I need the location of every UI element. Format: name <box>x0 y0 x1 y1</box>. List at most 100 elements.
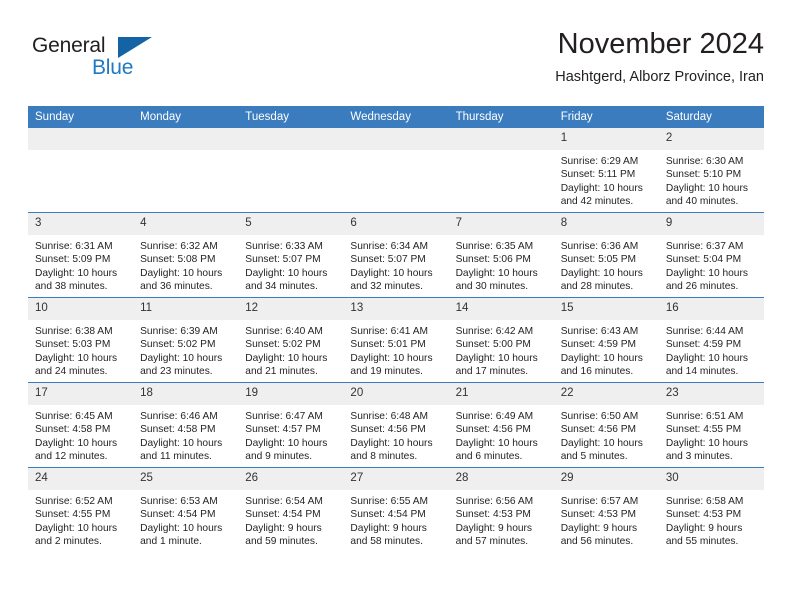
day-number: 6 <box>343 213 449 235</box>
sunrise-text: Sunrise: 6:58 AM <box>665 496 744 507</box>
sunset-text: Sunset: 4:56 PM <box>455 424 531 436</box>
calendar-day-cell[interactable]: 4 Sunrise: 6:32 AM Sunset: 5:08 PM Daylight… <box>133 212 239 298</box>
day-number: 13 <box>343 298 449 320</box>
sunset-text: Sunset: 4:58 PM <box>140 424 216 436</box>
sunrise-text: Sunrise: 6:48 AM <box>350 411 429 422</box>
day-number: 26 <box>238 468 344 490</box>
sunrise-text: Sunrise: 6:41 AM <box>350 326 429 337</box>
calendar-day-cell[interactable]: 26 Sunrise: 6:54 AM Sunset: 4:54 PM Dayligh… <box>238 467 344 552</box>
calendar-day-cell[interactable]: 15 Sunrise: 6:43 AM Sunset: 4:59 PM Dayligh… <box>553 297 659 383</box>
sunset-text: Sunset: 5:07 PM <box>350 254 426 266</box>
calendar-day-cell[interactable]: 11 Sunrise: 6:39 AM Sunset: 5:02 PM Dayligh… <box>133 297 239 383</box>
calendar-day-cell[interactable]: 5 Sunrise: 6:33 AM Sunset: 5:07 PM Daylight… <box>238 212 344 298</box>
sunrise-text: Sunrise: 6:49 AM <box>455 411 534 422</box>
calendar-day-cell[interactable]: 18 Sunrise: 6:46 AM Sunset: 4:58 PM Dayligh… <box>133 382 239 468</box>
sunset-text: Sunset: 4:54 PM <box>350 509 426 521</box>
calendar-day-cell[interactable]: 22 Sunrise: 6:50 AM Sunset: 4:56 PM Dayligh… <box>553 382 659 468</box>
daylight-text: Daylight: 10 hours and 16 minutes. <box>560 352 643 378</box>
daylight-text: Daylight: 10 hours and 34 minutes. <box>245 267 328 293</box>
calendar-day-cell[interactable]: 14 Sunrise: 6:42 AM Sunset: 5:00 PM Dayligh… <box>448 297 554 383</box>
day-number: 3 <box>28 213 134 235</box>
day-number: 19 <box>238 383 344 405</box>
day-number: 27 <box>343 468 449 490</box>
daylight-text: Daylight: 10 hours and 42 minutes. <box>560 182 643 208</box>
calendar-day-cell[interactable]: 27 Sunrise: 6:55 AM Sunset: 4:54 PM Dayligh… <box>343 467 449 552</box>
day-number: 2 <box>658 128 764 150</box>
calendar-day-cell[interactable]: 16 Sunrise: 6:44 AM Sunset: 4:59 PM Dayligh… <box>658 297 764 383</box>
day-number: 5 <box>238 213 344 235</box>
calendar-day-cell[interactable]: 2 Sunrise: 6:30 AM Sunset: 5:10 PM Daylight… <box>658 128 764 213</box>
sunset-text: Sunset: 4:59 PM <box>560 339 637 351</box>
weekday-header-tuesday: Tuesday <box>238 106 344 128</box>
calendar-day-cell[interactable]: 30 Sunrise: 6:58 AM Sunset: 4:53 PM Dayligh… <box>658 467 764 552</box>
calendar-body: 1 Sunrise: 6:29 AM Sunset: 5:11 PM Daylight… <box>28 128 764 552</box>
sunrise-text: Sunrise: 6:56 AM <box>455 496 534 507</box>
calendar-day-cell[interactable]: 12 Sunrise: 6:40 AM Sunset: 5:02 PM Dayligh… <box>238 297 344 383</box>
calendar-day-cell[interactable]: 3 Sunrise: 6:31 AM Sunset: 5:09 PM Daylight… <box>28 212 134 298</box>
day-number <box>28 128 134 150</box>
daylight-text: Daylight: 10 hours and 6 minutes. <box>455 437 538 463</box>
daylight-text: Daylight: 10 hours and 17 minutes. <box>455 352 538 378</box>
calendar-day-cell[interactable]: 8 Sunrise: 6:36 AM Sunset: 5:05 PM Daylight… <box>553 212 659 298</box>
calendar-day-cell[interactable]: 29 Sunrise: 6:57 AM Sunset: 4:53 PM Dayligh… <box>553 467 659 552</box>
calendar-day-cell[interactable]: 20 Sunrise: 6:48 AM Sunset: 4:56 PM Dayligh… <box>343 382 449 468</box>
calendar-day-cell[interactable]: 21 Sunrise: 6:49 AM Sunset: 4:56 PM Dayligh… <box>448 382 554 468</box>
day-sun-info: Sunrise: 6:42 AM Sunset: 5:00 PM Daylight:… <box>449 320 554 379</box>
daylight-text: Daylight: 10 hours and 2 minutes. <box>35 522 118 548</box>
sunset-text: Sunset: 4:54 PM <box>245 509 321 521</box>
sunrise-text: Sunrise: 6:37 AM <box>665 241 744 252</box>
day-sun-info: Sunrise: 6:58 AM Sunset: 4:53 PM Daylight:… <box>659 490 764 549</box>
calendar-day-cell[interactable]: 6 Sunrise: 6:34 AM Sunset: 5:07 PM Daylight… <box>343 212 449 298</box>
sunset-text: Sunset: 5:10 PM <box>665 169 742 181</box>
calendar-day-cell[interactable]: 24 Sunrise: 6:52 AM Sunset: 4:55 PM Dayligh… <box>28 467 134 552</box>
day-number <box>343 128 449 150</box>
sunset-text: Sunset: 5:02 PM <box>140 339 216 351</box>
sunset-text: Sunset: 4:59 PM <box>665 339 742 351</box>
sunset-text: Sunset: 5:00 PM <box>455 339 531 351</box>
day-sun-info: Sunrise: 6:29 AM Sunset: 5:11 PM Daylight:… <box>554 150 659 209</box>
day-number: 9 <box>658 213 764 235</box>
sunset-text: Sunset: 4:55 PM <box>35 509 111 521</box>
day-sun-info: Sunrise: 6:32 AM Sunset: 5:08 PM Daylight:… <box>133 235 238 294</box>
calendar-day-cell[interactable]: 1 Sunrise: 6:29 AM Sunset: 5:11 PM Daylight… <box>553 128 659 213</box>
weekday-header-saturday: Saturday <box>658 106 764 128</box>
page-title: November 2024 <box>557 28 764 60</box>
daylight-text: Daylight: 10 hours and 38 minutes. <box>35 267 118 293</box>
day-number: 23 <box>658 383 764 405</box>
sunrise-text: Sunrise: 6:34 AM <box>350 241 429 252</box>
sunset-text: Sunset: 5:02 PM <box>245 339 321 351</box>
calendar-day-cell[interactable]: 25 Sunrise: 6:53 AM Sunset: 4:54 PM Dayligh… <box>133 467 239 552</box>
daylight-text: Daylight: 10 hours and 19 minutes. <box>350 352 433 378</box>
calendar-day-cell-empty <box>448 128 554 213</box>
sunset-text: Sunset: 4:53 PM <box>455 509 531 521</box>
day-sun-info: Sunrise: 6:38 AM Sunset: 5:03 PM Daylight:… <box>28 320 133 379</box>
calendar-day-cell-empty <box>28 128 134 213</box>
sunrise-text: Sunrise: 6:52 AM <box>35 496 113 507</box>
day-number: 20 <box>343 383 449 405</box>
day-sun-info: Sunrise: 6:37 AM Sunset: 5:04 PM Daylight:… <box>659 235 764 294</box>
day-number: 8 <box>553 213 659 235</box>
day-number: 30 <box>658 468 764 490</box>
sunset-text: Sunset: 5:03 PM <box>35 339 111 351</box>
calendar-day-cell[interactable]: 28 Sunrise: 6:56 AM Sunset: 4:53 PM Dayligh… <box>448 467 554 552</box>
general-blue-logo[interactable]: General Blue <box>32 34 212 90</box>
calendar-day-cell[interactable]: 7 Sunrise: 6:35 AM Sunset: 5:06 PM Daylight… <box>448 212 554 298</box>
calendar-day-cell[interactable]: 19 Sunrise: 6:47 AM Sunset: 4:57 PM Dayligh… <box>238 382 344 468</box>
daylight-text: Daylight: 10 hours and 5 minutes. <box>560 437 643 463</box>
daylight-text: Daylight: 10 hours and 40 minutes. <box>665 182 748 208</box>
calendar-day-cell[interactable]: 23 Sunrise: 6:51 AM Sunset: 4:55 PM Dayligh… <box>658 382 764 468</box>
daylight-text: Daylight: 9 hours and 59 minutes. <box>245 522 322 548</box>
sunset-text: Sunset: 4:58 PM <box>35 424 111 436</box>
calendar-day-cell[interactable]: 9 Sunrise: 6:37 AM Sunset: 5:04 PM Daylight… <box>658 212 764 298</box>
day-number: 24 <box>28 468 134 490</box>
calendar-day-cell[interactable]: 13 Sunrise: 6:41 AM Sunset: 5:01 PM Dayligh… <box>343 297 449 383</box>
sunrise-text: Sunrise: 6:55 AM <box>350 496 429 507</box>
daylight-text: Daylight: 10 hours and 8 minutes. <box>350 437 433 463</box>
day-number: 16 <box>658 298 764 320</box>
calendar-week-row: 17 Sunrise: 6:45 AM Sunset: 4:58 PM Dayligh… <box>28 382 764 468</box>
calendar-day-cell[interactable]: 10 Sunrise: 6:38 AM Sunset: 5:03 PM Dayligh… <box>28 297 134 383</box>
logo-text-blue: Blue <box>92 56 134 79</box>
day-sun-info: Sunrise: 6:45 AM Sunset: 4:58 PM Daylight:… <box>28 405 133 464</box>
calendar-day-cell[interactable]: 17 Sunrise: 6:45 AM Sunset: 4:58 PM Dayligh… <box>28 382 134 468</box>
sunset-text: Sunset: 4:53 PM <box>665 509 742 521</box>
